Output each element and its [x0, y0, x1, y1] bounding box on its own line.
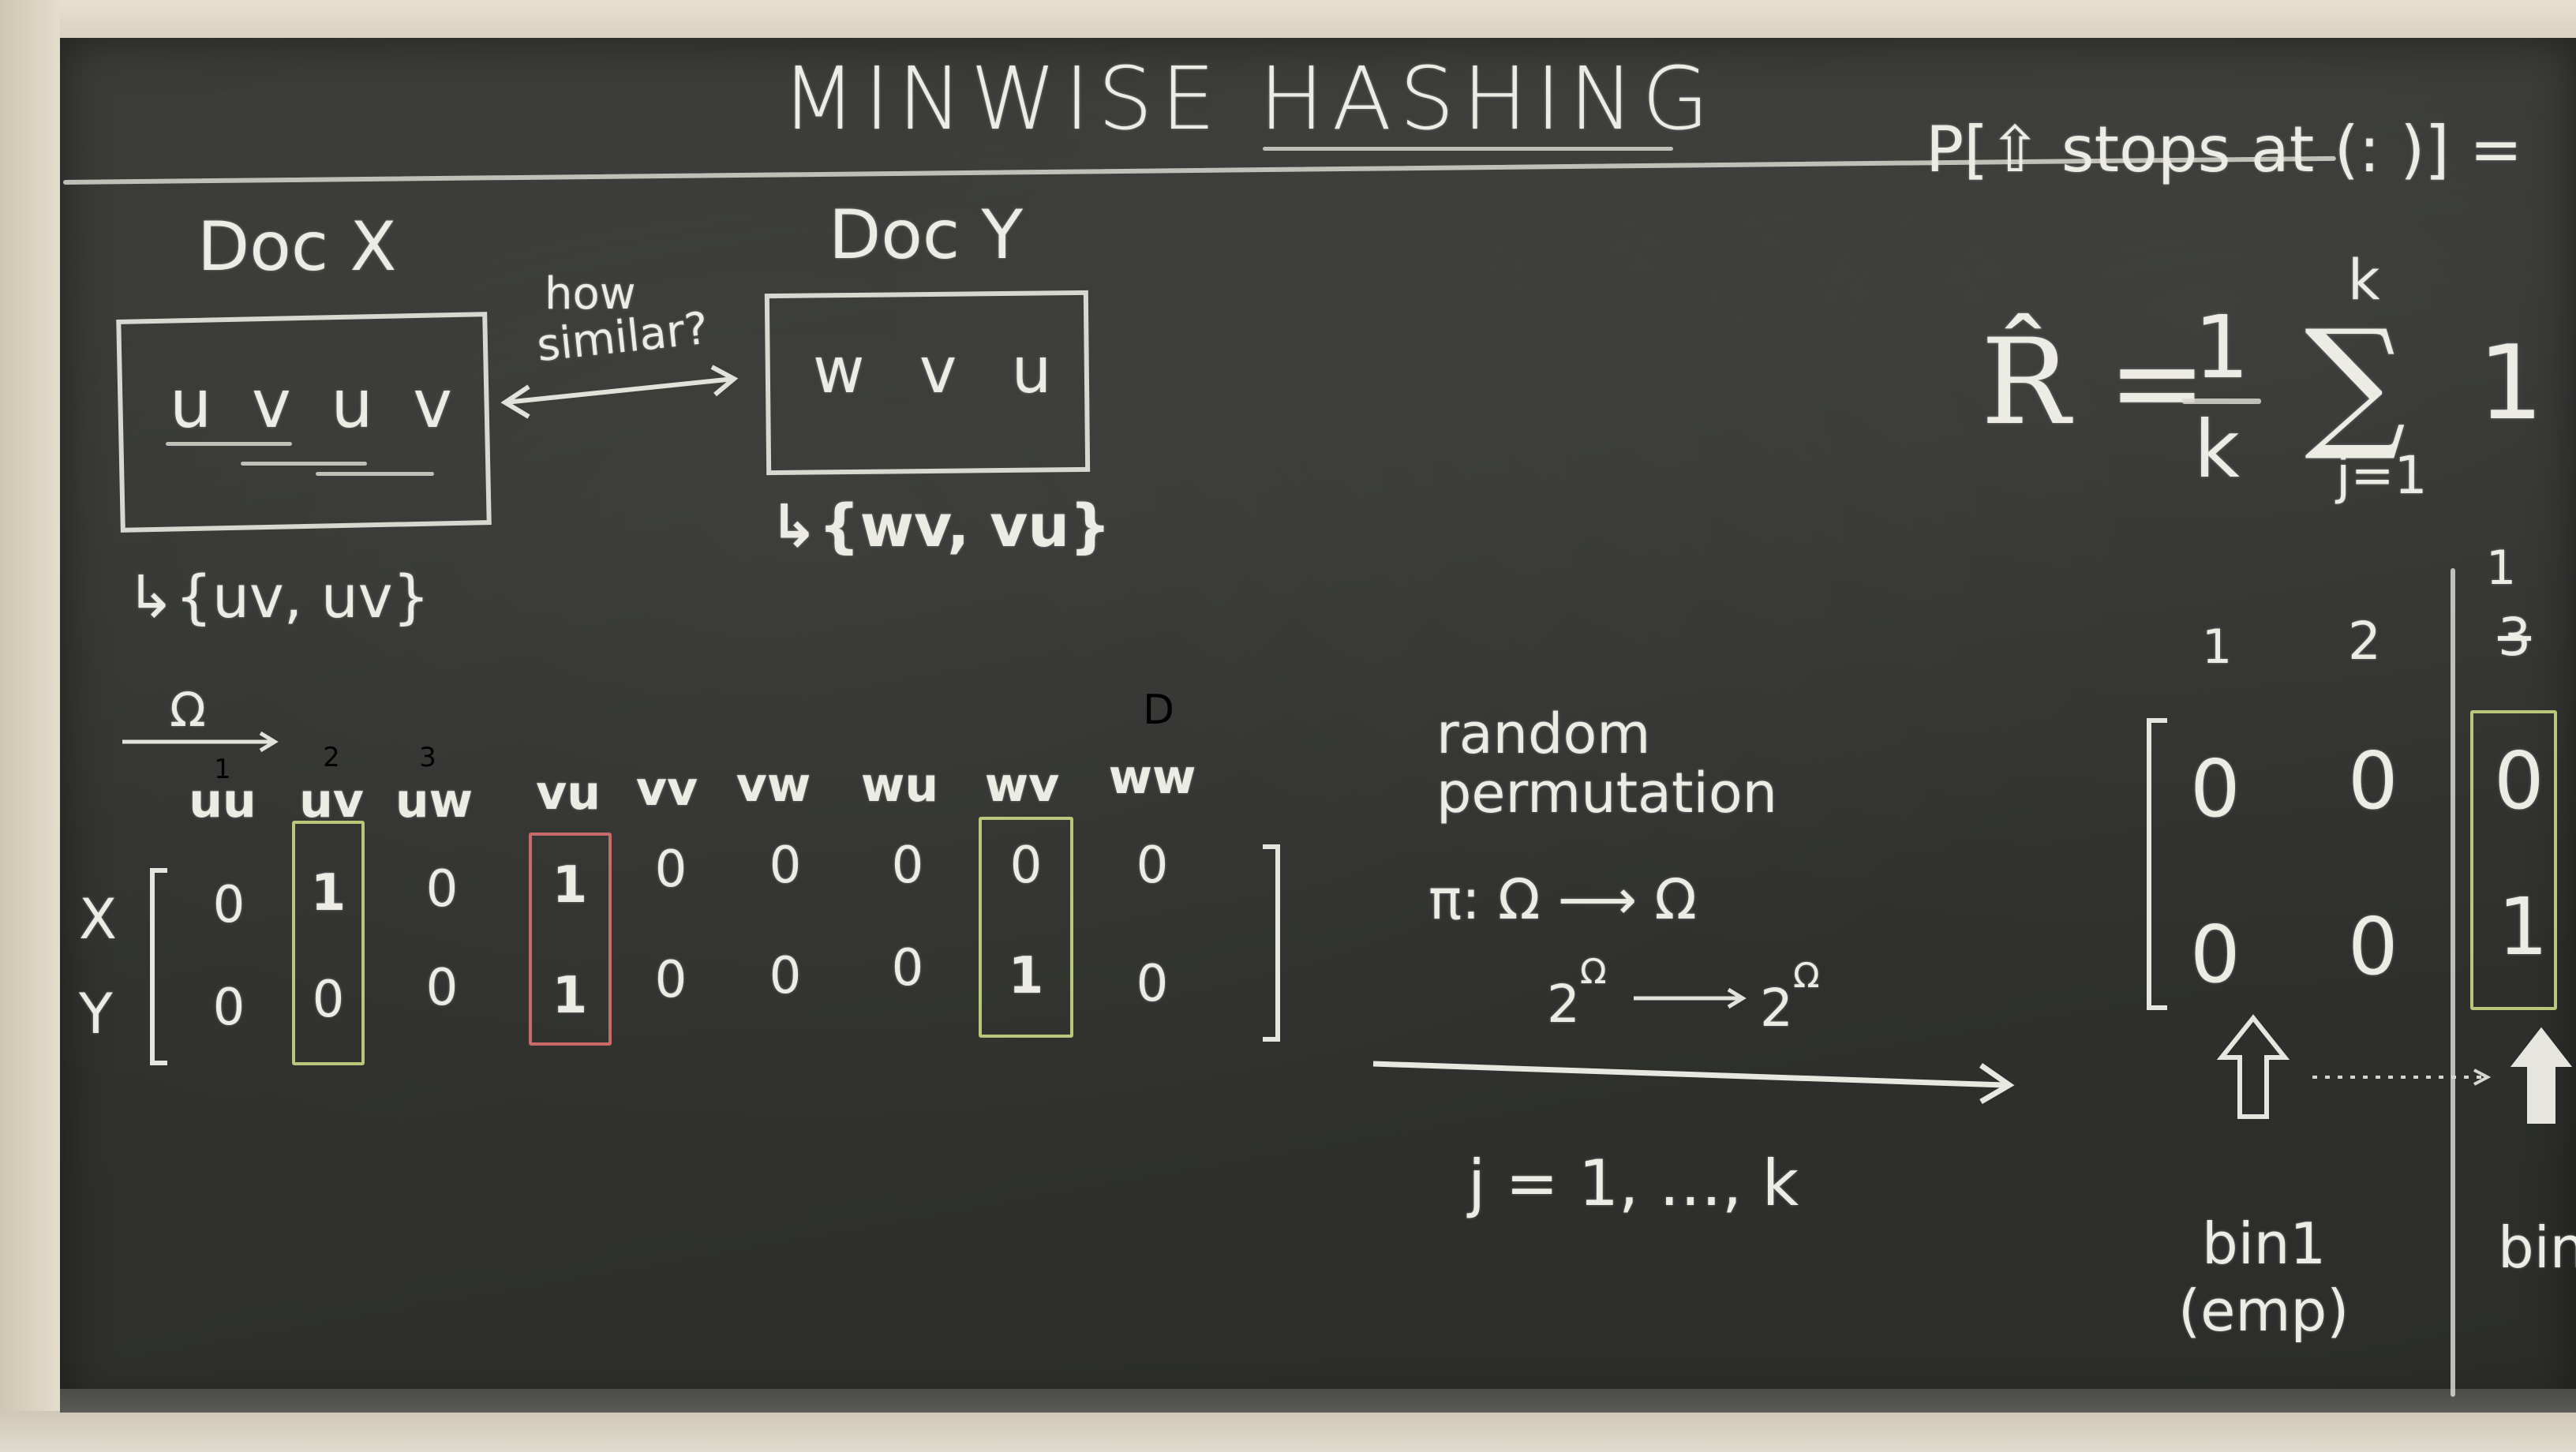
doc-x-content: u v u v [170, 365, 462, 443]
bin1-note: (emp) [2178, 1278, 2349, 1344]
bin2-cell-r1: 0 [2494, 735, 2544, 827]
bin1-label: bin1 [2202, 1211, 2327, 1277]
doc-x-underline-2 [241, 462, 367, 466]
matrix-left-bracket [150, 868, 167, 1065]
estimator-lhs: R̂ = [1981, 314, 2207, 451]
matrix-right-bracket [1263, 844, 1280, 1042]
bin2-cell-r2: 1 [2498, 881, 2548, 973]
col-header-uv: uv [299, 773, 364, 829]
bin-divider-line [2451, 568, 2455, 1397]
cell-x-ww: 0 [1136, 836, 1169, 895]
bin2-col-label-struck: 3 [2498, 607, 2531, 668]
omega-label: Ω [170, 683, 206, 738]
permutation-long-arrow [1372, 1061, 2015, 1105]
cell-y-ww: 0 [1136, 955, 1169, 1013]
powerset-arrow [1634, 987, 1747, 1009]
permutation-heading-line2: permutation [1436, 761, 1778, 825]
bin-col-label-2: 2 [2348, 611, 2381, 672]
cell-x-vu: 1 [552, 856, 588, 915]
cell-x-uw: 0 [425, 860, 459, 919]
sum-sign: ∑ [2305, 300, 2406, 465]
wall-bottom [0, 1411, 2576, 1452]
permutation-loop-range: j = 1, …, k [1468, 1147, 1799, 1220]
doc-x-label: Doc X [197, 208, 397, 286]
bin-transfer-dotted-arrow [2312, 1068, 2492, 1086]
powerset-left-base: 2 [1547, 974, 1580, 1035]
cell-y-wv: 1 [1008, 947, 1044, 1005]
bin2-col-label: 1 [2486, 541, 2517, 596]
cell-x-vw: 0 [769, 836, 802, 895]
cell-y-vw: 0 [769, 947, 802, 1005]
estimator-fraction-denominator: k [2194, 403, 2240, 496]
cell-x-wv: 0 [1009, 836, 1043, 895]
col-header-vu: vu [536, 765, 601, 821]
wall-left [0, 0, 60, 1452]
cell-x-vv: 0 [654, 840, 687, 899]
title-underline [1263, 147, 1673, 151]
bin-cell-r2c2: 0 [2348, 900, 2398, 993]
similarity-double-arrow [500, 365, 739, 419]
doc-y-label: Doc Y [829, 196, 1023, 275]
col-header-uw: uw [395, 773, 474, 829]
col-index-2: 2 [323, 742, 340, 773]
bin2-label: bin [2498, 1214, 2576, 1281]
col-header-wu: wu [860, 758, 939, 813]
cell-y-wu: 0 [891, 939, 924, 997]
cell-y-vv: 0 [654, 951, 687, 1009]
similarity-question-line1: how [545, 268, 636, 320]
col-index-3: 3 [419, 742, 436, 773]
omega-arrow [122, 731, 279, 753]
bin2-up-arrow-icon [2510, 1027, 2573, 1124]
bin-col-label-1: 1 [2202, 619, 2233, 675]
permutation-map-powerset: 2 Ω 2 Ω [1547, 947, 1910, 1038]
col-header-uu: uu [189, 773, 256, 829]
sum-lower-limit: j=1 [2336, 445, 2428, 506]
cell-y-uw: 0 [425, 959, 459, 1017]
bin-cell-r1c1: 0 [2190, 743, 2241, 835]
chalkboard [60, 38, 2576, 1413]
bin-cell-r2c1: 0 [2190, 908, 2241, 1001]
board-title: MINWISE HASHING [781, 48, 1717, 149]
powerset-right-exponent: Ω [1793, 956, 1820, 996]
doc-x-set: ↳{uv, uv} [126, 563, 430, 631]
col-header-wv: wv [984, 758, 1060, 813]
doc-y-set: ↳{wv, vu} [769, 492, 1111, 560]
powerset-right-base: 2 [1760, 978, 1793, 1038]
chalk-tray [60, 1389, 2576, 1413]
estimator-fraction-numerator: 1 [2194, 297, 2249, 398]
permutation-map-omega: π: Ω ⟶ Ω [1428, 867, 1697, 932]
bin1-up-arrow-icon [2216, 1014, 2290, 1119]
doc-y-content: w v u [813, 334, 1069, 407]
row-label-x: X [79, 887, 117, 952]
col-header-vv: vv [635, 762, 698, 817]
cell-x-uv: 1 [310, 864, 346, 922]
sum-term: 1 [2478, 323, 2544, 443]
permutation-heading-line1: random [1436, 702, 1651, 766]
stop-probability-expression: P[⇧ stops at (: )] = [1926, 113, 2523, 186]
col-index-d: D [1143, 687, 1175, 734]
cell-y-uu: 0 [212, 979, 245, 1037]
cell-y-uv: 0 [312, 971, 345, 1029]
powerset-left-exponent: Ω [1580, 952, 1607, 992]
row-label-y: Y [79, 982, 113, 1046]
doc-x-underline-3 [316, 472, 434, 476]
bin-cell-r1c2: 0 [2348, 735, 2398, 827]
doc-x-underline-1 [166, 442, 292, 446]
bin-matrix-left-bracket [2147, 718, 2167, 1010]
cell-y-vu: 1 [552, 967, 588, 1025]
col-header-ww: ww [1108, 750, 1196, 805]
cell-x-uu: 0 [212, 876, 245, 934]
col-header-vw: vw [736, 758, 811, 813]
cell-x-wu: 0 [891, 836, 924, 895]
